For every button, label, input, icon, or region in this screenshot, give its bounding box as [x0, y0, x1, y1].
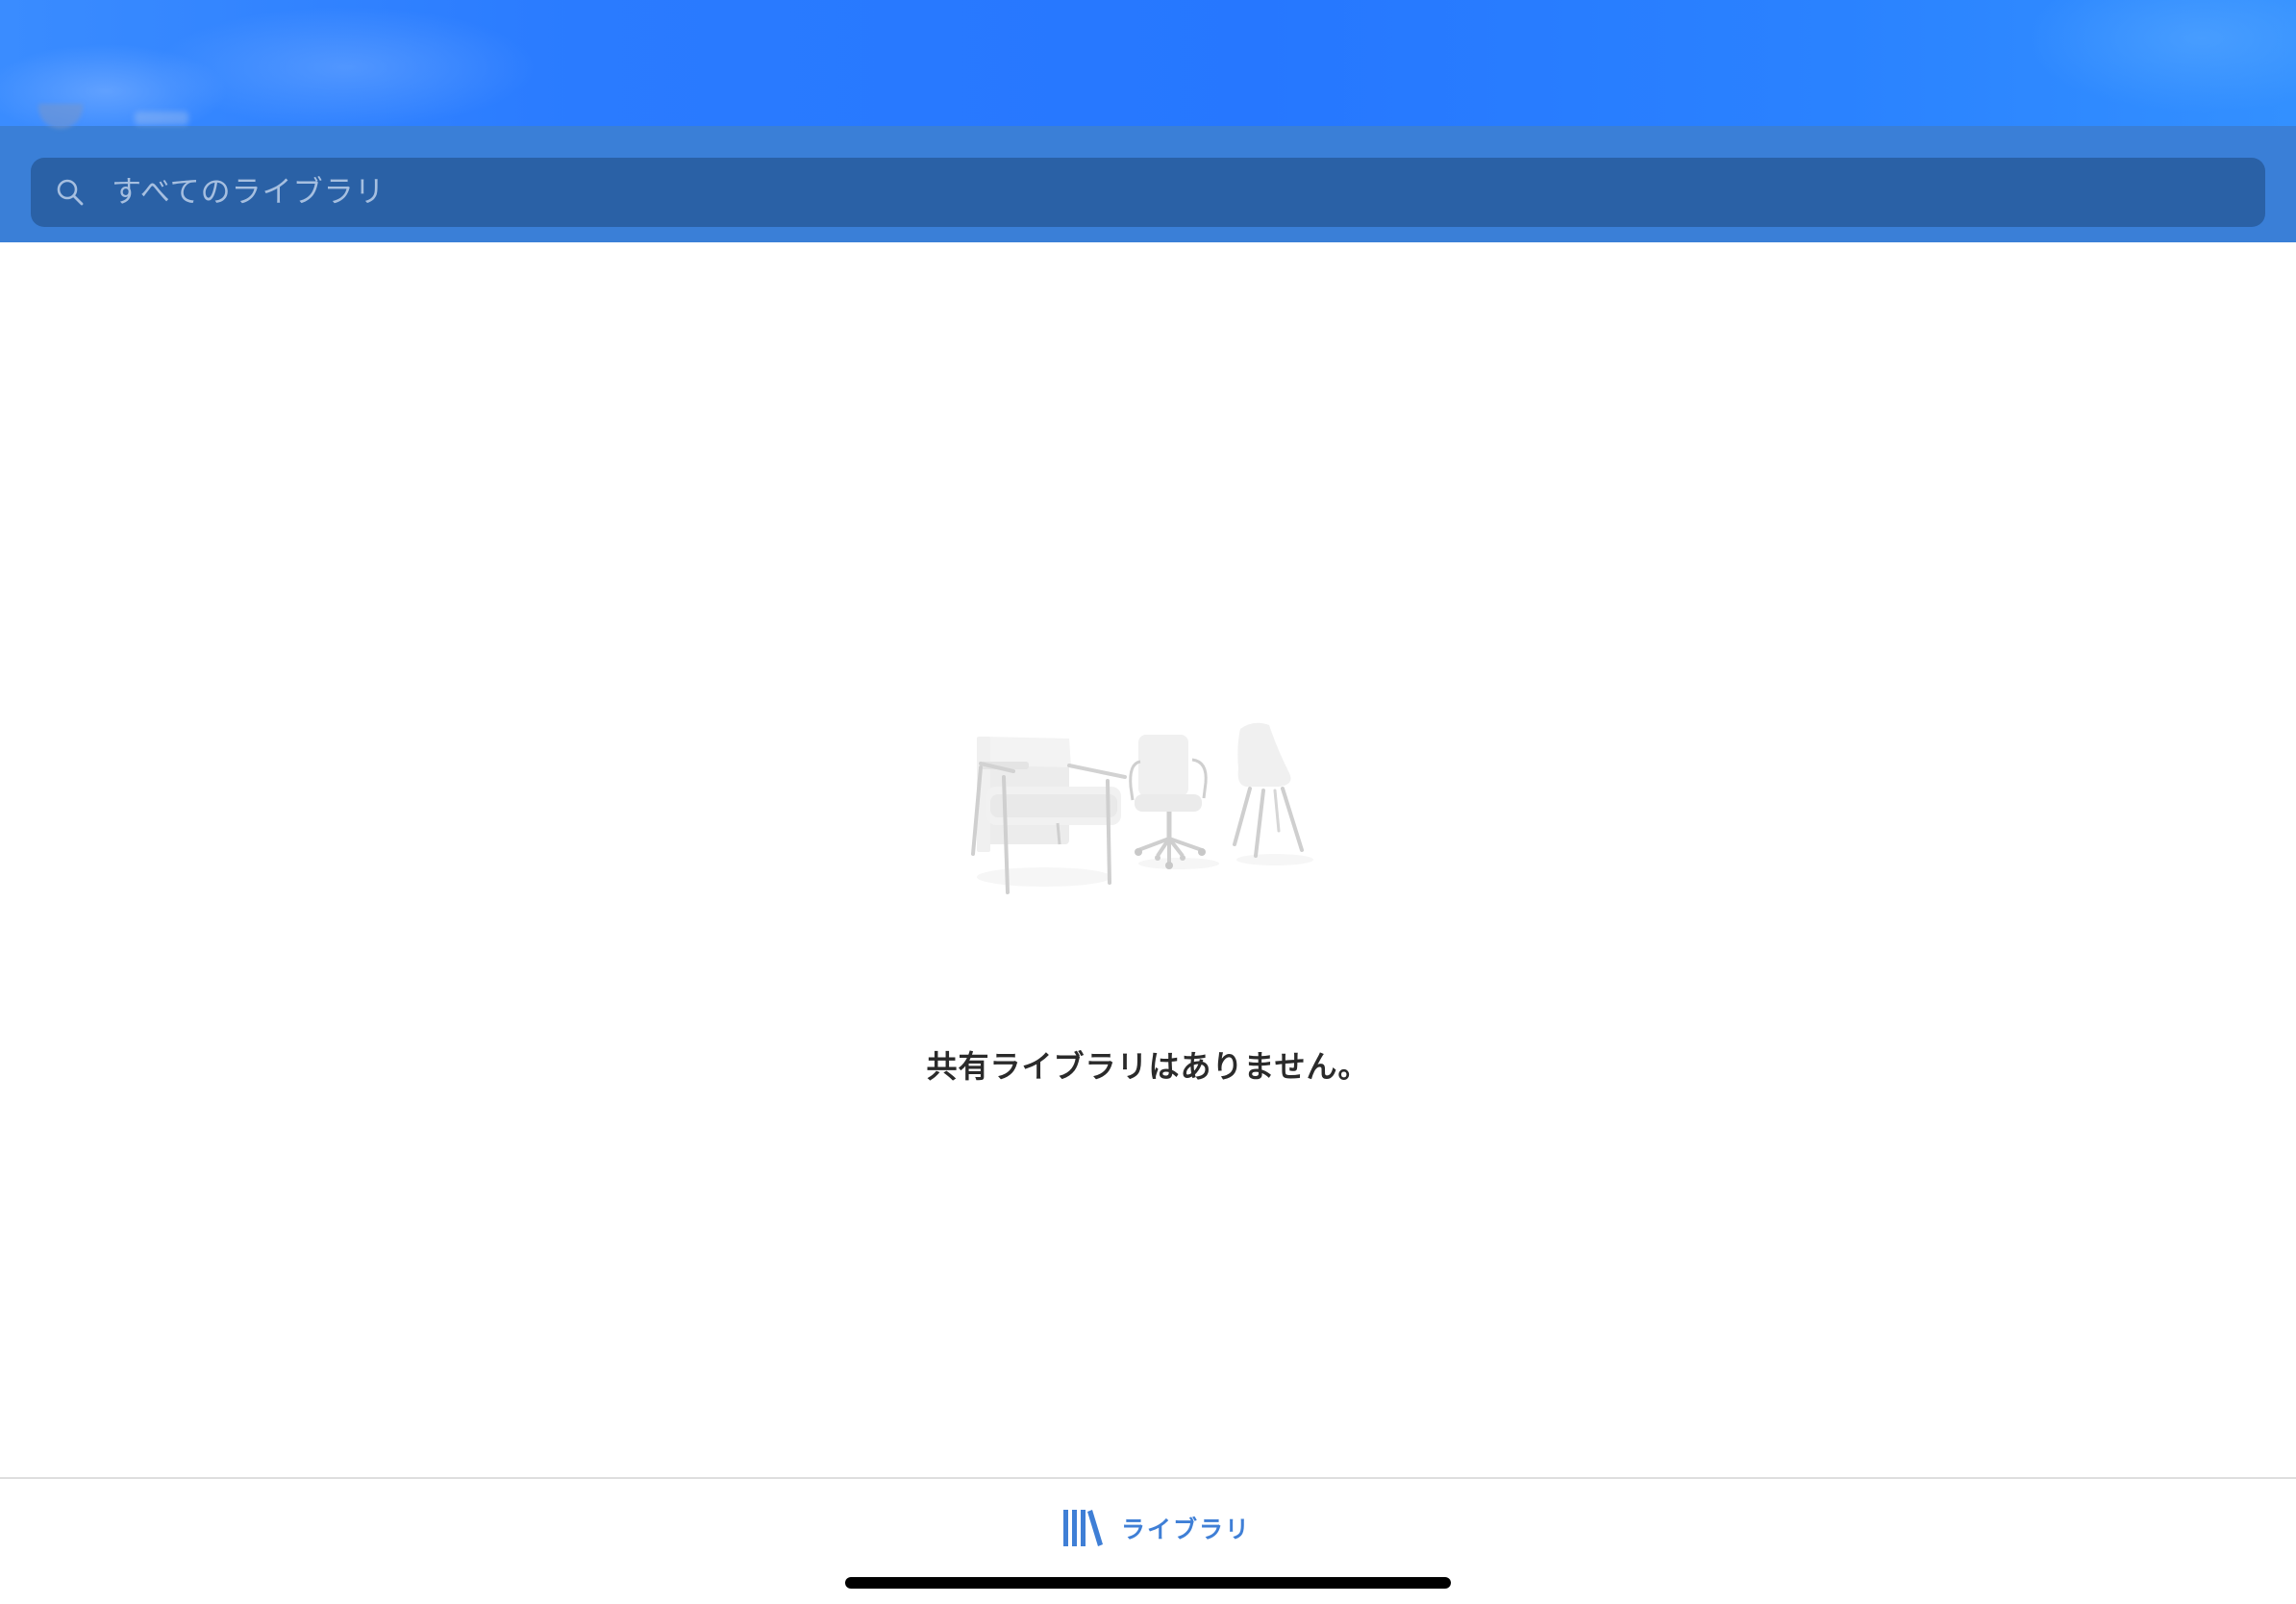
- search-icon: [54, 176, 87, 209]
- blurred-title: [135, 112, 188, 125]
- empty-state-message: 共有ライブラリはありません。: [926, 1048, 1370, 1085]
- search-bar[interactable]: [31, 158, 2265, 227]
- tab-library-label: ライブラリ: [1121, 1516, 1252, 1543]
- library-books-icon: [1061, 1508, 1104, 1548]
- tab-library[interactable]: ライブラリ: [1061, 1506, 1251, 1550]
- header: [0, 0, 2296, 242]
- chairs-illustration: [965, 719, 1331, 908]
- search-input[interactable]: [110, 163, 2265, 222]
- avatar: [38, 104, 83, 129]
- home-indicator: [845, 1577, 1451, 1589]
- blurred-status-area: [0, 0, 2296, 129]
